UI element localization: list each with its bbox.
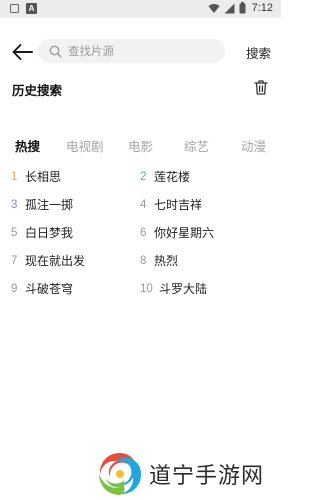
rank-number: 8 xyxy=(140,254,147,267)
trash-icon[interactable] xyxy=(254,80,268,95)
tab-anime[interactable]: 动漫 xyxy=(241,136,266,155)
search-input[interactable] xyxy=(68,39,218,63)
status-bar: A 7:12 xyxy=(0,0,281,18)
hot-title: 斗破苍穹 xyxy=(25,282,74,296)
rank-number: 1 xyxy=(11,170,18,183)
hot-list-item[interactable]: 8 热烈 xyxy=(140,252,178,269)
battery-icon xyxy=(239,2,246,14)
hot-list-item[interactable]: 4 七时吉祥 xyxy=(140,196,202,213)
hot-list-item[interactable]: 6 你好星期六 xyxy=(140,224,214,241)
back-arrow-icon[interactable] xyxy=(11,43,33,61)
status-right-icons: 7:12 xyxy=(208,2,273,14)
search-icon xyxy=(49,45,62,58)
history-title: 历史搜索 xyxy=(12,83,63,98)
hot-list-item[interactable]: 3 孤注一掷 xyxy=(11,196,73,213)
status-time: 7:12 xyxy=(251,2,273,14)
category-tabs: 热搜 电视剧 电影 综艺 动漫 xyxy=(0,136,281,154)
rank-number: 9 xyxy=(11,282,18,295)
swirl-logo-icon xyxy=(99,453,141,495)
watermark-text: 道宁手游网 xyxy=(149,464,265,489)
hot-list-item[interactable]: 5 白日梦我 xyxy=(11,224,73,241)
hot-title: 孤注一掷 xyxy=(25,198,74,212)
rank-number: 5 xyxy=(11,226,18,239)
hot-title: 斗罗大陆 xyxy=(159,282,208,296)
hot-title: 白日梦我 xyxy=(25,226,74,240)
app-a-icon: A xyxy=(26,3,37,14)
hot-list-item[interactable]: 2 莲花楼 xyxy=(140,168,190,185)
hot-title: 热烈 xyxy=(154,254,179,268)
tab-variety[interactable]: 综艺 xyxy=(184,136,209,155)
rank-number: 2 xyxy=(140,170,147,183)
rank-number: 6 xyxy=(140,226,147,239)
status-left-icons: A xyxy=(10,3,37,14)
hot-title: 现在就出发 xyxy=(25,254,86,268)
rank-number: 3 xyxy=(11,198,18,211)
hot-list-item[interactable]: 7 现在就出发 xyxy=(11,252,85,269)
hot-title: 七时吉祥 xyxy=(154,198,203,212)
wifi-icon xyxy=(208,3,220,13)
hot-title: 你好星期六 xyxy=(154,226,215,240)
notification-square-icon xyxy=(10,4,19,13)
signal-icon xyxy=(224,3,235,13)
hot-list-item[interactable]: 1 长相思 xyxy=(11,168,61,185)
hot-title: 长相思 xyxy=(25,170,62,184)
rank-number: 4 xyxy=(140,198,147,211)
hot-title: 莲花楼 xyxy=(154,170,191,184)
search-button[interactable]: 搜索 xyxy=(246,43,271,62)
hot-list-item[interactable]: 9 斗破苍穹 xyxy=(11,280,73,297)
rank-number: 10 xyxy=(140,282,153,295)
search-box[interactable] xyxy=(38,39,225,63)
tab-movies[interactable]: 电影 xyxy=(128,136,153,155)
tab-hot[interactable]: 热搜 xyxy=(15,136,40,155)
hot-list-item[interactable]: 10 斗罗大陆 xyxy=(140,280,207,297)
rank-number: 7 xyxy=(11,254,18,267)
watermark: 道宁手游网 xyxy=(95,449,264,499)
tab-tv-series[interactable]: 电视剧 xyxy=(66,136,104,155)
